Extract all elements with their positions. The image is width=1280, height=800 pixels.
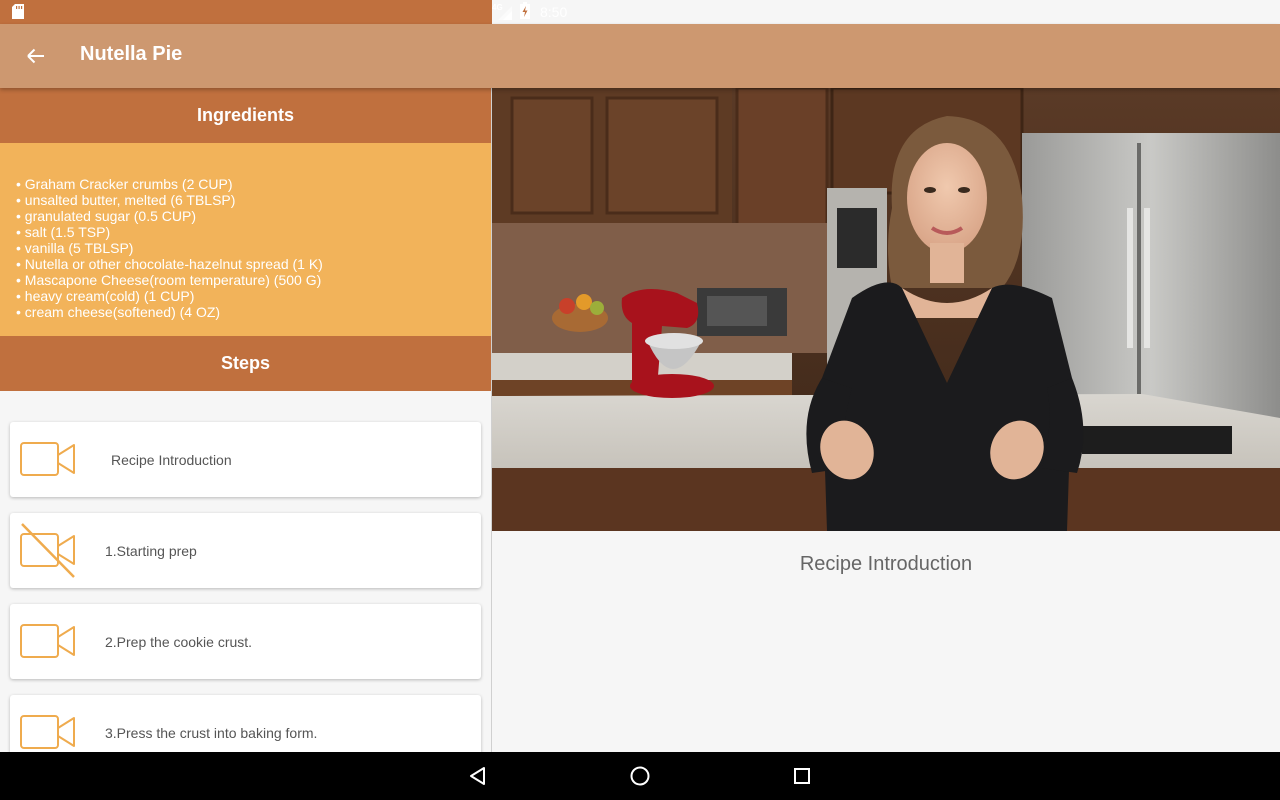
- clock: 8:50: [540, 4, 568, 20]
- page-title: Nutella Pie: [80, 43, 183, 65]
- recipe-panel: Ingredients • Graham Cracker crumbs (2 C…: [0, 88, 491, 752]
- video-player[interactable]: [492, 88, 1280, 531]
- step-label: Recipe Introduction: [111, 451, 232, 468]
- signal-icon: 4G: [492, 3, 514, 21]
- back-triangle-icon[interactable]: [466, 764, 490, 788]
- home-circle-icon[interactable]: [628, 764, 652, 788]
- ingredient-item: • heavy cream(cold) (1 CUP): [16, 288, 195, 304]
- battery-charging-icon: [520, 2, 530, 22]
- app-bar: Nutella Pie: [0, 24, 1280, 88]
- step-card-2[interactable]: 2.Prep the cookie crust.: [10, 604, 481, 679]
- steps-list: Recipe Introduction 1.Starting prep 2.Pr…: [0, 391, 491, 752]
- ingredient-item: • unsalted butter, melted (6 TBLSP): [16, 192, 236, 208]
- ingredient-item: • salt (1.5 TSP): [16, 224, 111, 240]
- video-camera-icon: [20, 714, 76, 752]
- step-description: Recipe Introduction: [799, 553, 973, 575]
- ingredients-list: • Graham Cracker crumbs (2 CUP) • unsalt…: [0, 143, 491, 336]
- system-nav-bar: [0, 752, 1280, 800]
- video-frame-image: [492, 88, 1280, 531]
- video-camera-icon: [20, 623, 76, 661]
- video-camera-off-icon: [20, 523, 76, 578]
- ingredients-title: Ingredients: [196, 105, 294, 125]
- step-card-intro[interactable]: Recipe Introduction: [10, 422, 481, 497]
- ingredient-item: • vanilla (5 TBLSP): [16, 240, 134, 256]
- step-label: 2.Prep the cookie crust.: [105, 633, 253, 650]
- ingredient-item: • Graham Cracker crumbs (2 CUP): [16, 176, 233, 192]
- step-card-1[interactable]: 1.Starting prep: [10, 513, 481, 588]
- step-label: 3.Press the crust into baking form.: [105, 724, 318, 741]
- arrow-back-icon[interactable]: [20, 44, 52, 68]
- step-label: 1.Starting prep: [105, 542, 197, 559]
- step-detail-panel: Recipe Introduction: [492, 88, 1280, 752]
- ingredients-header: Ingredients: [0, 88, 491, 143]
- recents-square-icon[interactable]: [790, 764, 814, 788]
- ingredient-item: • Nutella or other chocolate-hazelnut sp…: [16, 256, 323, 272]
- steps-title: Steps: [220, 353, 271, 373]
- sd-card-icon: [12, 4, 24, 24]
- step-card-3[interactable]: 3.Press the crust into baking form.: [10, 695, 481, 752]
- status-bar: 4G 8:50: [0, 0, 1280, 24]
- ingredient-item: • Mascapone Cheese(room temperature) (50…: [16, 272, 322, 288]
- steps-header: Steps: [0, 336, 491, 391]
- video-camera-icon: [20, 441, 76, 479]
- ingredient-item: • cream cheese(softened) (4 OZ): [16, 304, 221, 320]
- ingredient-item: • granulated sugar (0.5 CUP): [16, 208, 196, 224]
